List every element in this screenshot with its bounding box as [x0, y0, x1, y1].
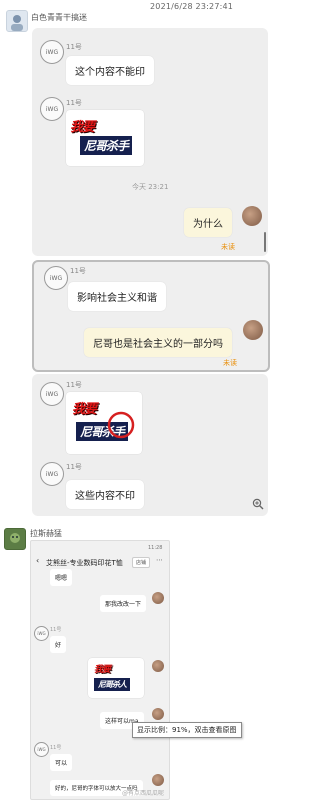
- sender-name: 11号: [66, 99, 82, 107]
- poster-avatar[interactable]: [4, 528, 26, 550]
- sender-name: 11号: [70, 267, 86, 275]
- screenshot-timestamp: 2021/6/28 23:27:41: [150, 2, 234, 11]
- phone-sticker-image[interactable]: 我要 尼哥杀人: [88, 658, 144, 698]
- phone-user-avatar: [152, 708, 164, 720]
- contact-avatar: iWG: [44, 266, 68, 290]
- sender-name: 11号: [66, 463, 82, 471]
- prohibit-circle-icon: [107, 411, 135, 439]
- poster-username[interactable]: 拉斯赫猛: [30, 528, 62, 539]
- poster-username[interactable]: 白色青青干搞迷: [31, 12, 87, 23]
- timeline-stamp: 今天 23:21: [132, 183, 169, 191]
- sticker-image[interactable]: 我要 尼哥杀手: [66, 392, 142, 454]
- phone-chat-title: 艾熊丝-专业数码印花T恤: [46, 559, 123, 567]
- avatar-icon: [11, 15, 23, 31]
- phone-own-bubble: 那我改改一下: [100, 595, 147, 612]
- phone-sender-name: 11号: [50, 627, 62, 633]
- phone-contact-avatar: iWG: [34, 742, 49, 757]
- watermark-text: @有点西瓜瓜呢: [122, 790, 165, 797]
- unread-status: 未读: [223, 359, 237, 367]
- phone-user-avatar: [152, 592, 164, 604]
- zoom-ratio-tooltip: 显示比例：91%，双击查看原图: [132, 722, 242, 738]
- own-message-bubble: 为什么: [184, 208, 232, 237]
- sender-name: 11号: [66, 43, 82, 51]
- more-icon[interactable]: ⋯: [156, 556, 163, 564]
- contact-avatar: iWG: [40, 382, 64, 406]
- message-bubble: 这个内容不能印: [66, 56, 154, 85]
- sticker-text-top: 我要: [72, 402, 97, 417]
- sticker-text-top: 我要: [94, 665, 111, 675]
- phone-status-time: 11:28: [148, 545, 163, 551]
- phone-sender-name: 11号: [50, 745, 62, 751]
- contact-avatar: iWG: [40, 97, 64, 121]
- unread-status: 未读: [221, 243, 235, 251]
- phone-message-bubble: 嗯嗯: [50, 569, 73, 586]
- sticker-image[interactable]: 我要 尼哥杀手: [66, 110, 144, 166]
- sender-name: 11号: [66, 381, 82, 389]
- contact-avatar: iWG: [40, 40, 64, 64]
- zoom-in-icon[interactable]: [252, 498, 264, 510]
- sticker-text-top: 我要: [70, 120, 95, 135]
- shop-button[interactable]: 店铺: [132, 557, 151, 568]
- phone-contact-avatar: iWG: [34, 626, 49, 641]
- avatar-icon: [10, 533, 20, 543]
- sticker-text-bottom: 尼哥杀人: [94, 678, 130, 691]
- sticker-text-bottom: 尼哥杀手: [80, 136, 133, 155]
- scrollbar[interactable]: [264, 232, 266, 252]
- contact-avatar: iWG: [40, 462, 64, 486]
- message-bubble: 影响社会主义和谐: [68, 282, 166, 311]
- back-arrow-icon[interactable]: ‹: [36, 556, 39, 565]
- phone-message-bubble: 好: [50, 636, 67, 653]
- phone-message-bubble: 可以: [50, 754, 73, 771]
- poster-avatar[interactable]: [6, 10, 28, 32]
- user-avatar: [243, 320, 263, 340]
- phone-user-avatar: [152, 660, 164, 672]
- message-bubble: 这些内容不印: [66, 480, 144, 509]
- own-message-bubble: 尼哥也是社会主义的一部分吗: [84, 328, 232, 357]
- phone-user-avatar: [152, 774, 164, 786]
- user-avatar: [242, 206, 262, 226]
